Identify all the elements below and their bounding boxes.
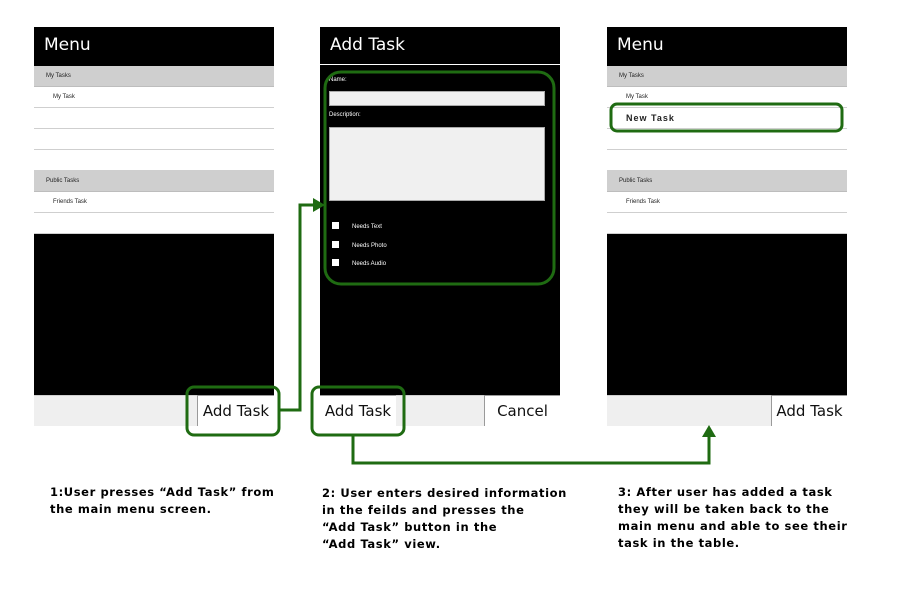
caption-line: main menu and able to see their xyxy=(618,519,848,533)
caption-line: “Add Task” view. xyxy=(322,537,441,551)
arrow-step1-to-step2 xyxy=(279,203,313,412)
caption-line: in the feilds and presses the xyxy=(322,503,525,517)
highlight-form-fields xyxy=(323,70,556,286)
arrowhead-step2 xyxy=(313,198,325,212)
caption-step3: 3: After user has added a task they will … xyxy=(618,484,848,552)
caption-line: they will be taken back to the xyxy=(618,502,830,516)
caption-line: 3: After user has added a task xyxy=(618,485,833,499)
arrow-step2-to-step3 xyxy=(351,435,711,465)
highlight-add-task-screen2 xyxy=(310,385,406,437)
caption-step1: 1:User presses “Add Task” from the main m… xyxy=(50,484,274,518)
caption-step2: 2: User enters desired information in the… xyxy=(322,485,567,553)
caption-line: task in the table. xyxy=(618,536,740,550)
caption-line: the main menu screen. xyxy=(50,502,212,516)
highlight-new-task-row xyxy=(609,102,844,133)
caption-line: 2: User enters desired information xyxy=(322,486,567,500)
arrowhead-step3 xyxy=(702,425,716,437)
caption-line: “Add Task” button in the xyxy=(322,520,498,534)
highlight-add-task-screen1 xyxy=(185,385,281,437)
caption-line: 1:User presses “Add Task” from xyxy=(50,485,275,499)
